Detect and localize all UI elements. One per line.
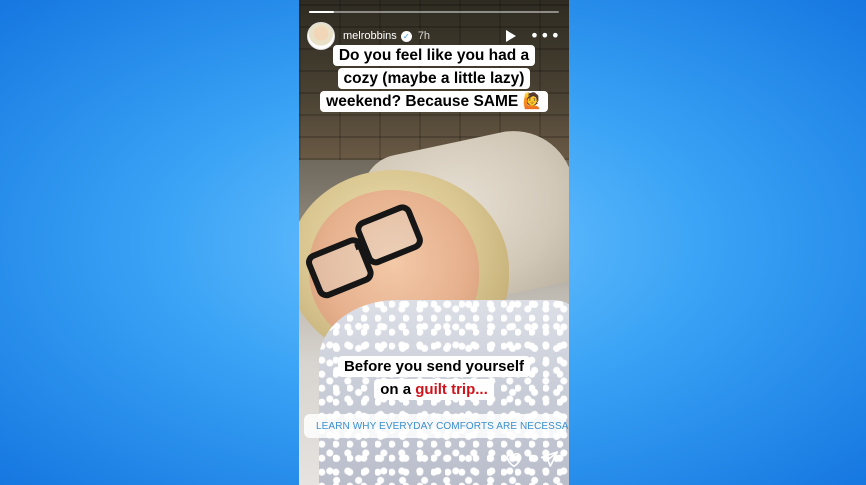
caption-bottom-prefix: on a — [380, 381, 416, 398]
caption-bottom-line: Before you send yourself — [337, 356, 531, 377]
link-sticker[interactable]: LEARN WHY EVERYDAY COMFORTS ARE NECESSAR… — [304, 414, 569, 438]
caption-highlight: guilt trip... — [415, 381, 488, 398]
play-icon[interactable] — [505, 30, 516, 42]
caption-top: Do you feel like you had a cozy (maybe a… — [299, 44, 569, 113]
heart-icon[interactable] — [504, 450, 524, 468]
caption-bottom-line: on a guilt trip... — [374, 379, 494, 400]
post-time: 7h — [417, 30, 431, 42]
story-progress-bar — [309, 11, 559, 13]
story-progress-fill — [309, 11, 334, 13]
caption-bottom: Before you send yourself on a guilt trip… — [299, 355, 569, 401]
story-actions — [504, 450, 559, 468]
send-icon[interactable] — [540, 450, 559, 468]
link-sticker-label: LEARN WHY EVERYDAY COMFORTS ARE NECESSAR… — [316, 420, 569, 432]
caption-top-line: weekend? Because SAME 🙋 — [320, 91, 548, 112]
story-viewer[interactable]: melrobbins ✓ 7h ••• Do you feel like you… — [299, 0, 569, 485]
caption-top-line: Do you feel like you had a — [332, 45, 536, 66]
verified-badge-icon: ✓ — [400, 30, 412, 42]
caption-top-line: cozy (maybe a little lazy) — [337, 68, 531, 89]
username[interactable]: melrobbins — [343, 30, 397, 42]
more-icon[interactable]: ••• — [530, 28, 561, 44]
